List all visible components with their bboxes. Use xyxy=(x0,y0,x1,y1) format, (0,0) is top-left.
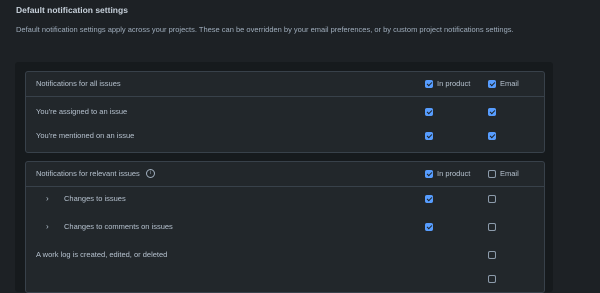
setting-row-partial xyxy=(26,267,544,291)
section-description: Default notification settings apply acro… xyxy=(16,25,514,34)
section-title: Default notification settings xyxy=(16,5,128,15)
relevant-issues-group: Notifications for relevant issues i In pr… xyxy=(25,161,545,293)
chevron-right-icon[interactable]: › xyxy=(46,215,49,239)
chevron-right-icon[interactable]: › xyxy=(46,187,49,211)
setting-row-changes-to-issues[interactable]: › Changes to issues xyxy=(26,187,544,211)
relevant-issues-header-label: Notifications for relevant issues i xyxy=(36,162,155,186)
partial-email-checkbox[interactable] xyxy=(488,275,496,283)
changes-issues-email-checkbox[interactable] xyxy=(488,195,496,203)
setting-label: You're assigned to an issue xyxy=(36,107,128,116)
assigned-email-checkbox[interactable] xyxy=(488,108,496,116)
mentioned-in-product-checkbox[interactable] xyxy=(425,132,433,140)
setting-row-mentioned: You're mentioned on an issue xyxy=(26,124,544,148)
all-issues-in-product-checkbox[interactable] xyxy=(425,80,433,88)
setting-row-assigned: You're assigned to an issue xyxy=(26,100,544,124)
changes-comments-in-product-checkbox[interactable] xyxy=(425,223,433,231)
setting-label: Changes to comments on issues xyxy=(64,222,173,231)
work-log-email-checkbox[interactable] xyxy=(488,251,496,259)
relevant-issues-email-checkbox[interactable] xyxy=(488,170,496,178)
mentioned-email-checkbox[interactable] xyxy=(488,132,496,140)
setting-row-changes-to-comments[interactable]: › Changes to comments on issues xyxy=(26,215,544,239)
all-issues-header: Notifications for all issues In product … xyxy=(26,72,544,97)
changes-issues-in-product-checkbox[interactable] xyxy=(425,195,433,203)
setting-label: Changes to issues xyxy=(64,194,126,203)
assigned-in-product-checkbox[interactable] xyxy=(425,108,433,116)
setting-label: You're mentioned on an issue xyxy=(36,131,135,140)
email-column-label: Email xyxy=(500,169,519,178)
relevant-issues-header-text: Notifications for relevant issues xyxy=(36,169,140,178)
all-issues-email-checkbox[interactable] xyxy=(488,80,496,88)
setting-row-work-log: A work log is created, edited, or delete… xyxy=(26,243,544,267)
all-issues-header-label: Notifications for all issues xyxy=(36,79,121,88)
in-product-column-label: In product xyxy=(437,79,471,88)
email-column-label: Email xyxy=(500,79,519,88)
setting-label: A work log is created, edited, or delete… xyxy=(36,250,168,259)
changes-comments-email-checkbox[interactable] xyxy=(488,223,496,231)
info-icon[interactable]: i xyxy=(145,168,155,178)
in-product-column-label: In product xyxy=(437,169,471,178)
relevant-issues-in-product-checkbox[interactable] xyxy=(425,170,433,178)
relevant-issues-header: Notifications for relevant issues i In pr… xyxy=(26,162,544,187)
all-issues-group: Notifications for all issues In product … xyxy=(25,71,545,153)
